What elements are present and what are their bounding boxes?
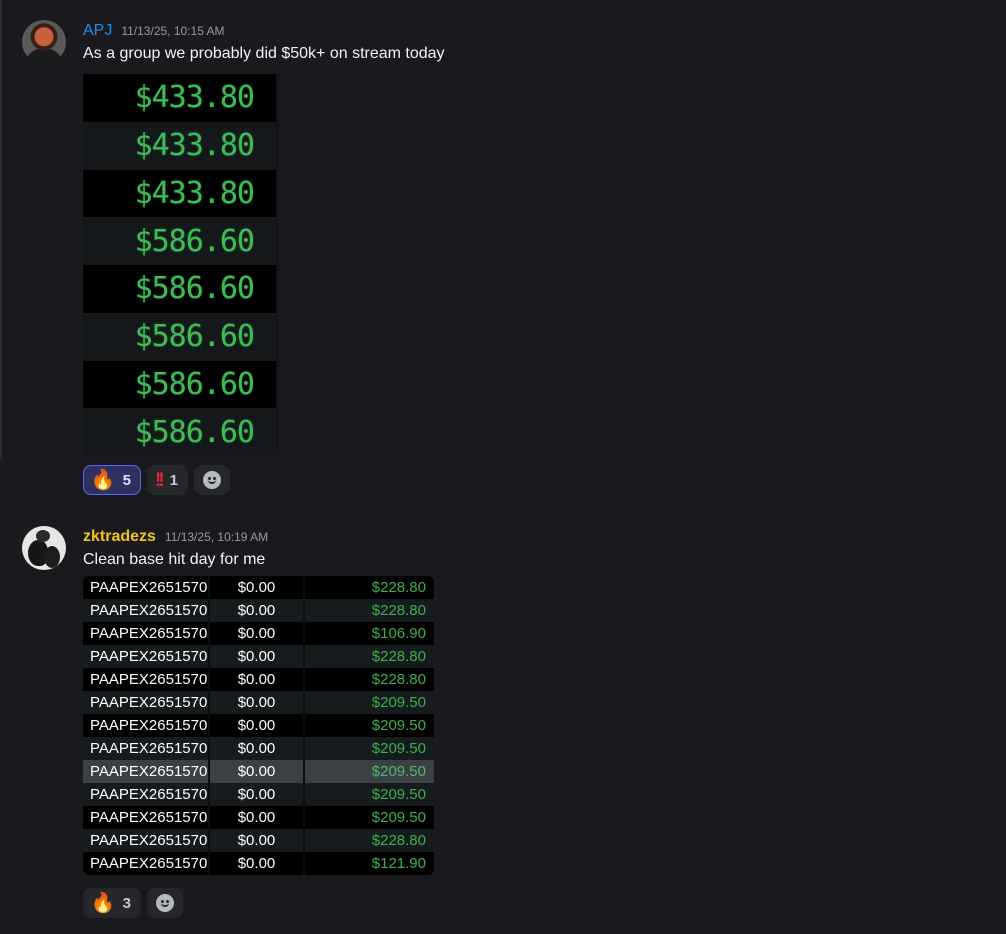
symbol-cell: PAAPEX2651570 — [83, 760, 210, 783]
table-row: PAAPEX2651570 $0.00 $106.90 — [83, 622, 434, 645]
attachment-image[interactable]: PAAPEX2651570 $0.00 $228.80 PAAPEX2651570 $0… — [83, 576, 434, 875]
table-row: PAAPEX2651570 $0.00 $209.50 — [83, 806, 434, 829]
price-label: $433.80 — [83, 121, 276, 170]
table-row: PAAPEX2651570 $0.00 $209.50 — [83, 737, 434, 760]
table-row: PAAPEX2651570 $0.00 $209.50 — [83, 783, 434, 806]
pnl-cell: $228.80 — [371, 648, 426, 665]
table-row: PAAPEX2651570 $0.00 $228.80 — [83, 599, 434, 622]
table-row: PAAPEX2651570 $0.00 $228.80 — [83, 645, 434, 668]
symbol-cell: PAAPEX2651570 — [83, 599, 210, 622]
symbol-cell: PAAPEX2651570 — [83, 576, 210, 599]
price-label: $586.60 — [83, 360, 276, 409]
price-label: $586.60 — [83, 408, 276, 456]
message-header: APJ 11/13/25, 10:15 AM — [83, 22, 225, 40]
reaction-double-exclamation[interactable]: !! 1 — [147, 465, 189, 495]
symbol-cell: PAAPEX2651570 — [83, 829, 210, 852]
username[interactable]: zktradezs — [83, 528, 156, 546]
table-row: PAAPEX2651570 $0.00 $121.90 — [83, 852, 434, 875]
reaction-fire[interactable]: 🔥 5 — [83, 465, 142, 495]
reaction-count: 3 — [122, 894, 132, 912]
table-row: PAAPEX2651570 $0.00 $228.80 — [83, 576, 434, 599]
table-row: PAAPEX2651570 $0.00 $209.50 — [83, 760, 434, 783]
symbol-cell: PAAPEX2651570 — [83, 645, 210, 668]
price-label: $433.80 — [83, 74, 276, 122]
symbol-cell: PAAPEX2651570 — [83, 806, 210, 829]
pnl-cell: $209.50 — [371, 809, 426, 826]
symbol-cell: PAAPEX2651570 — [83, 668, 210, 691]
price-label: $586.60 — [83, 312, 276, 361]
reaction-count: 5 — [122, 471, 132, 489]
pnl-cell: $209.50 — [371, 763, 426, 780]
fire-icon: 🔥 — [91, 892, 115, 914]
pnl-cell: $228.80 — [371, 579, 426, 596]
symbol-cell: PAAPEX2651570 — [83, 783, 210, 806]
fire-icon: 🔥 — [91, 469, 115, 491]
pnl-cell: $228.80 — [371, 602, 426, 619]
table-row: PAAPEX2651570 $0.00 $228.80 — [83, 829, 434, 852]
username[interactable]: APJ — [83, 22, 112, 40]
chat-message-list: APJ 11/13/25, 10:15 AM As a group we pro… — [0, 0, 1006, 934]
symbol-cell: PAAPEX2651570 — [83, 737, 210, 760]
message-header: zktradezs 11/13/25, 10:19 AM — [83, 528, 268, 546]
value-cell: $0.00 — [210, 622, 305, 645]
pnl-cell: $121.90 — [371, 855, 426, 872]
price-label: $433.80 — [83, 169, 276, 218]
value-cell: $0.00 — [210, 852, 305, 875]
pnl-cell: $209.50 — [371, 740, 426, 757]
price-label: $586.60 — [83, 217, 276, 265]
attachment-image[interactable]: $433.80 $433.80 $433.80 $586.60 $586.60 … — [83, 74, 279, 456]
value-cell: $0.00 — [210, 691, 305, 714]
timestamp[interactable]: 11/13/25, 10:15 AM — [121, 24, 224, 38]
value-cell: $0.00 — [210, 737, 305, 760]
message-text: As a group we probably did $50k+ on stre… — [83, 45, 445, 62]
value-cell: $0.00 — [210, 599, 305, 622]
pnl-cell: $228.80 — [371, 671, 426, 688]
symbol-cell: PAAPEX2651570 — [83, 622, 210, 645]
value-cell: $0.00 — [210, 714, 305, 737]
table-row: PAAPEX2651570 $0.00 $209.50 — [83, 691, 434, 714]
add-reaction-button[interactable] — [194, 465, 231, 495]
pnl-cell: $106.90 — [371, 625, 426, 642]
table-row: PAAPEX2651570 $0.00 $209.50 — [83, 714, 434, 737]
value-cell: $0.00 — [210, 783, 305, 806]
symbol-cell: PAAPEX2651570 — [83, 691, 210, 714]
value-cell: $0.00 — [210, 576, 305, 599]
reactions: 🔥 5 !! 1 — [83, 465, 231, 495]
smiley-icon — [156, 894, 175, 912]
table-row: PAAPEX2651570 $0.00 $228.80 — [83, 668, 434, 691]
reactions: 🔥 3 — [83, 888, 184, 918]
smiley-icon — [203, 471, 222, 489]
pnl-cell: $209.50 — [371, 717, 426, 734]
reaction-count: 1 — [169, 471, 179, 489]
pnl-cell: $228.80 — [371, 832, 426, 849]
price-label: $586.60 — [83, 265, 276, 313]
avatar[interactable] — [22, 20, 66, 64]
pnl-cell: $209.50 — [371, 786, 426, 803]
symbol-cell: PAAPEX2651570 — [83, 714, 210, 737]
pnl-cell: $209.50 — [371, 694, 426, 711]
reaction-fire[interactable]: 🔥 3 — [83, 888, 142, 918]
value-cell: $0.00 — [210, 668, 305, 691]
double-exclamation-icon: !! — [155, 469, 165, 491]
add-reaction-button[interactable] — [147, 888, 184, 918]
avatar[interactable] — [22, 526, 66, 570]
value-cell: $0.00 — [210, 829, 305, 852]
value-cell: $0.00 — [210, 806, 305, 829]
symbol-cell: PAAPEX2651570 — [83, 852, 210, 875]
divider — [0, 0, 2, 460]
timestamp[interactable]: 11/13/25, 10:19 AM — [165, 530, 268, 544]
message-text: Clean base hit day for me — [83, 551, 266, 568]
value-cell: $0.00 — [210, 760, 305, 783]
value-cell: $0.00 — [210, 645, 305, 668]
